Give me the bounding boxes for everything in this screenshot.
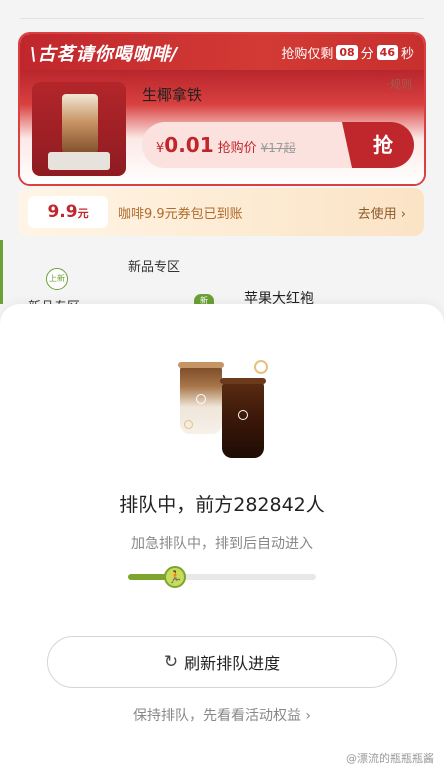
- sidebar-active-indicator: [0, 240, 3, 304]
- watermark-text: @漂流的瓶瓶瓶酱: [346, 752, 434, 765]
- timer-hour-unit: 分: [360, 47, 374, 62]
- coupon-text: 咖啡9.9元券包已到账: [118, 207, 243, 222]
- divider: [20, 18, 424, 19]
- flash-sale-body: ·规则 生椰拿铁 ¥0.01 抢购价 ¥17起 抢: [20, 70, 424, 184]
- grab-button[interactable]: 抢: [342, 122, 414, 168]
- coupon-amount-tag: 9.9元: [28, 196, 108, 228]
- price-label: 抢购价: [217, 141, 257, 156]
- watermark: @漂流的瓶瓶瓶酱: [346, 750, 434, 766]
- coffee-cups-illustration: [176, 356, 272, 466]
- rules-link[interactable]: ·规则: [387, 76, 413, 92]
- timer-minutes: 46: [376, 45, 398, 60]
- product-name: 生椰拿铁: [142, 86, 203, 104]
- runner-icon: 🏃: [164, 566, 186, 588]
- queue-progress-bar: 🏃: [128, 566, 316, 588]
- section-title: 新品专区: [128, 260, 181, 275]
- flash-sale-card[interactable]: \古茗请你喝咖啡/ 抢购仅剩 08 分 46 秒 ·规则 生椰拿铁 ¥0.01 …: [18, 32, 426, 186]
- timer-hours: 08: [336, 45, 358, 60]
- countdown-timer: 抢购仅剩 08 分 46 秒: [281, 43, 414, 62]
- refresh-label: 刷新排队进度: [184, 654, 281, 673]
- flash-sale-title: \古茗请你喝咖啡/: [30, 44, 179, 65]
- timer-minute-unit: 秒: [400, 47, 414, 62]
- coupon-amount: 9.9: [47, 202, 78, 222]
- refresh-queue-button[interactable]: ↻ 刷新排队进度: [47, 636, 397, 688]
- coupon-banner[interactable]: 9.9元 咖啡9.9元券包已到账 去使用 ›: [18, 188, 424, 236]
- flash-sale-header: \古茗请你喝咖啡/ 抢购仅剩 08 分 46 秒: [20, 34, 424, 70]
- timer-label: 抢购仅剩: [281, 47, 334, 62]
- price-info: ¥0.01 抢购价 ¥17起: [156, 133, 296, 157]
- queue-sheet: 排队中，前方282842人 加急排队中，排到后自动进入 🏃 ↻ 刷新排队进度 保…: [0, 304, 444, 774]
- new-arrival-icon: 上新: [46, 268, 68, 290]
- product-image: [32, 82, 126, 176]
- refresh-icon: ↻: [163, 652, 179, 672]
- original-price: ¥17起: [260, 141, 296, 155]
- queue-subtitle: 加急排队中，排到后自动进入: [131, 536, 313, 552]
- price-pill[interactable]: ¥0.01 抢购价 ¥17起 抢: [142, 122, 414, 168]
- coupon-unit: 元: [77, 207, 89, 220]
- use-coupon-link[interactable]: 去使用 ›: [358, 203, 406, 222]
- flash-price: 0.01: [164, 133, 214, 157]
- view-benefits-link[interactable]: 保持排队，先看看活动权益 ›: [0, 705, 444, 725]
- queue-title: 排队中，前方282842人: [119, 494, 325, 516]
